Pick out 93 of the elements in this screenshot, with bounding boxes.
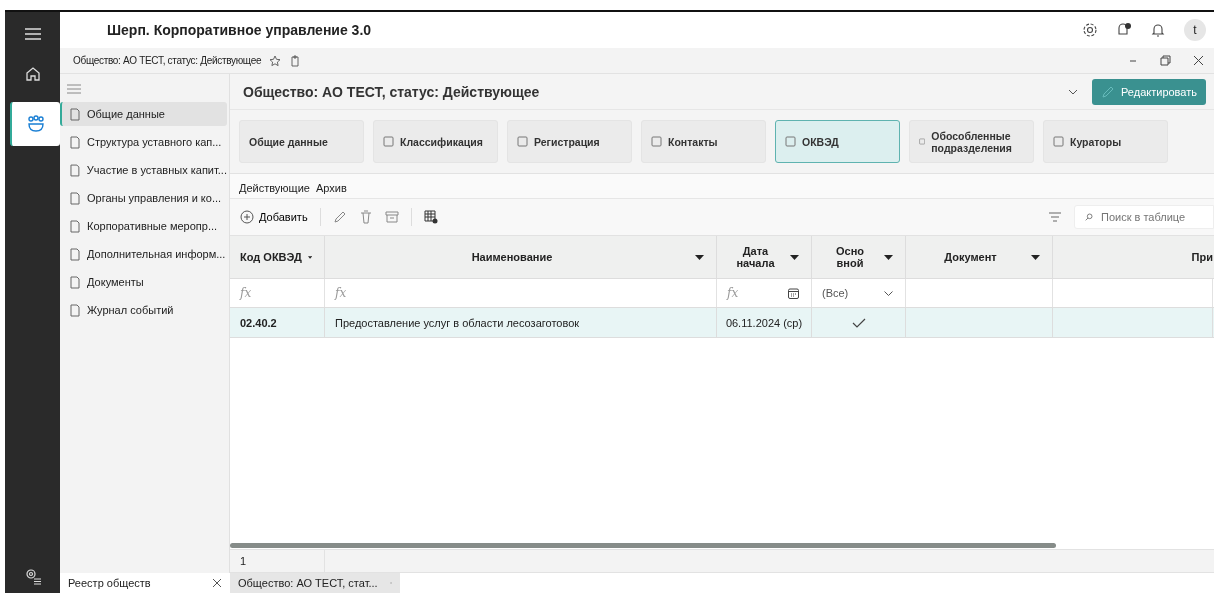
sidebar-item[interactable]: Дополнительная информ... [60, 242, 227, 266]
section-icon [651, 136, 662, 147]
user-avatar[interactable]: t [1184, 19, 1206, 41]
document-tab[interactable]: Общество: АО ТЕСТ, стат... [230, 573, 400, 593]
section-tab-label: Общие данные [249, 135, 328, 148]
sidebar-item-label: Структура уставного кап... [87, 136, 222, 148]
search-field[interactable]: Поиск в таблице [1074, 205, 1214, 229]
section-icon [1053, 136, 1064, 147]
rail-active-item[interactable] [9, 102, 60, 146]
bell-icon[interactable] [1150, 22, 1166, 38]
sort-caret-icon[interactable] [884, 254, 893, 260]
document-tab-label: Реестр обществ [68, 577, 151, 589]
section-tab[interactable]: ОКВЭД [775, 120, 900, 163]
sort-caret-icon[interactable] [695, 254, 704, 260]
sidebar-item[interactable]: Корпоративные меропр... [60, 214, 227, 238]
document-tab-label: Общество: АО ТЕСТ, стат... [238, 577, 378, 589]
document-tab[interactable]: Реестр обществ [60, 573, 230, 593]
pencil-icon[interactable] [332, 210, 347, 224]
sidebar-item-label: Журнал событий [87, 304, 174, 316]
window-title: Шерп. Корпоративное управление 3.0 [107, 22, 372, 38]
column-header[interactable]: Наименование [335, 251, 689, 263]
sidebar-item-label: Общие данные [87, 108, 165, 120]
add-button[interactable]: Добавить [240, 210, 308, 224]
document-icon [69, 107, 81, 121]
section-tab-label: Контакты [668, 135, 718, 148]
sort-caret-icon[interactable] [307, 254, 312, 260]
section-tab[interactable]: Кураторы [1043, 120, 1168, 163]
sort-caret-icon[interactable] [1031, 254, 1040, 260]
document-icon [69, 247, 81, 261]
settings-icon[interactable] [1082, 22, 1098, 38]
pencil-icon [1101, 84, 1115, 99]
table-cell: Предоставление услуг в области лесозаготовок [335, 316, 580, 329]
column-header[interactable]: При [1191, 251, 1213, 263]
plus-circle-icon [240, 210, 254, 224]
section-tab-label: Обособленные подразделения [931, 129, 1013, 154]
sidebar-item-label: Участие в уставных капит... [86, 164, 227, 176]
chevron-down-icon[interactable] [884, 290, 893, 296]
document-icon [69, 303, 81, 317]
notification-badge-icon[interactable] [1116, 22, 1132, 38]
section-tab[interactable]: Регистрация [507, 120, 632, 163]
sidebar-item-label: Корпоративные меропр... [87, 220, 218, 232]
section-tab[interactable]: Классификация [373, 120, 498, 163]
section-icon [785, 136, 796, 147]
sidebar-item[interactable]: Структура уставного кап... [60, 130, 227, 154]
column-header[interactable]: Документ [916, 251, 1025, 263]
sidebar-item[interactable]: Журнал событий [60, 298, 227, 322]
section-icon [919, 136, 926, 147]
section-tab[interactable]: Контакты [641, 120, 766, 163]
sidebar-item-label: Документы [87, 276, 144, 288]
search-icon [1085, 211, 1093, 223]
sidebar-item[interactable]: Органы управления и ко... [60, 186, 227, 210]
clipboard-icon[interactable] [289, 54, 302, 67]
section-tab-label: Классификация [400, 135, 483, 148]
column-header[interactable]: Код ОКВЭД [240, 251, 302, 263]
star-icon[interactable] [269, 54, 282, 67]
sidebar-item-label: Органы управления и ко... [87, 192, 222, 204]
page-title: Общество: АО ТЕСТ, статус: Действующее [243, 83, 540, 100]
settings-list-icon[interactable] [23, 567, 42, 585]
sidebar-item-label: Дополнительная информ... [87, 248, 226, 260]
document-icon [69, 163, 81, 177]
section-tab-label: Кураторы [1070, 135, 1122, 148]
trash-icon[interactable] [358, 210, 373, 224]
edit-button[interactable]: Редактировать [1092, 78, 1206, 105]
horizontal-scrollbar[interactable] [230, 543, 1056, 548]
section-tab[interactable]: Обособленные подразделения [909, 120, 1034, 163]
restore-icon[interactable] [1160, 55, 1171, 66]
section-tab-label: ОКВЭД [802, 135, 839, 148]
document-icon [69, 135, 81, 149]
home-icon[interactable] [24, 66, 41, 82]
column-header[interactable]: Дата начала [727, 245, 784, 269]
section-icon [383, 136, 394, 147]
search-input[interactable]: Поиск в таблице [1099, 210, 1213, 224]
column-header[interactable]: Осно вной [822, 245, 878, 269]
document-icon [69, 275, 81, 289]
chevron-down-icon[interactable] [1068, 88, 1078, 95]
row-count: 1 [240, 555, 247, 567]
sort-caret-icon[interactable] [790, 254, 799, 260]
section-tab-label: Регистрация [534, 135, 600, 148]
table-cell: 06.11.2024 (ср) [725, 316, 803, 329]
section-icon [517, 136, 528, 147]
section-tab[interactable]: Общие данные [239, 120, 364, 163]
filter-select[interactable]: (Все) [822, 287, 849, 299]
people-icon [25, 114, 46, 134]
breadcrumb: Общество: АО ТЕСТ, статус: Действующее [73, 55, 262, 66]
table-cell: 02.40.2 [240, 316, 277, 329]
calendar-icon[interactable] [788, 287, 799, 299]
tab[interactable]: Архив [314, 182, 348, 199]
sidebar-item[interactable]: Общие данные [60, 102, 227, 126]
document-icon [69, 191, 81, 205]
document-icon [69, 219, 81, 233]
sidebar-item[interactable]: Документы [60, 270, 227, 294]
sidebar-item[interactable]: Участие в уставных капит... [60, 158, 227, 182]
table-settings-icon[interactable] [423, 210, 438, 224]
